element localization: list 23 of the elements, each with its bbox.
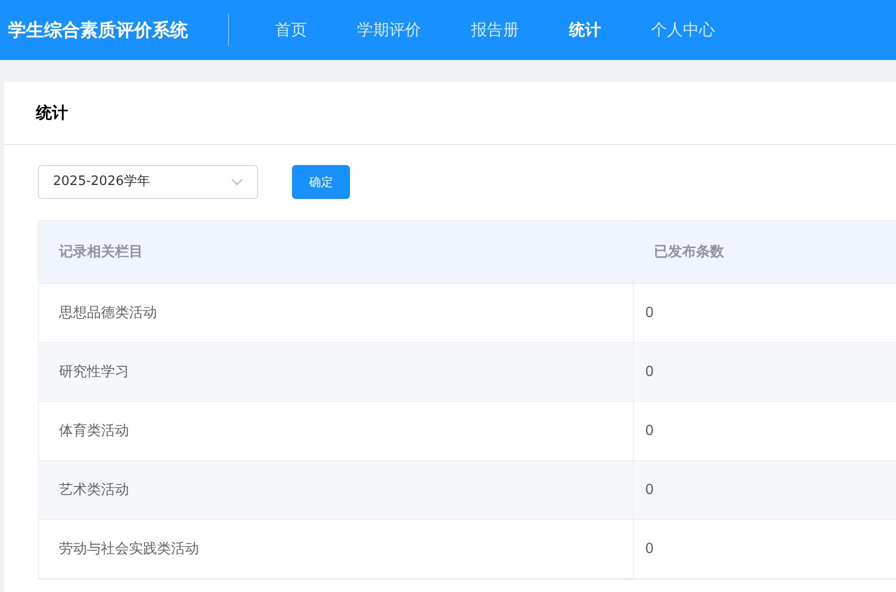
table-cell-text: 0: [645, 540, 654, 558]
nav-tab[interactable]: 首页: [259, 18, 323, 42]
table-cell-text: 0: [645, 480, 654, 500]
column-header: 已发布条数: [654, 242, 724, 262]
table-cell-text: 0: [645, 304, 654, 322]
column-header: 记录相关栏目: [59, 242, 143, 262]
table-cell-text: 艺术类活动: [59, 480, 129, 500]
table-cell-text: 思想品德类活动: [59, 304, 157, 322]
nav-tab[interactable]: 统计: [553, 18, 617, 42]
select-value: 2025-2026学年: [53, 173, 150, 192]
year-select[interactable]: 2025-2026学年: [38, 165, 258, 199]
nav-tab[interactable]: 学期评价: [341, 18, 437, 42]
table-cell-text: 0: [645, 362, 654, 382]
table-cell-text: 体育类活动: [59, 422, 129, 440]
nav-tab[interactable]: 个人中心: [635, 18, 731, 42]
nav-tab[interactable]: 报告册: [455, 18, 535, 42]
chevron-down-icon: [231, 178, 243, 186]
card-title: 统计: [36, 102, 68, 124]
confirm-button[interactable]: 确定: [292, 165, 350, 199]
app-title: 学生综合素质评价系统: [8, 18, 188, 42]
table-cell-text: 劳动与社会实践类活动: [59, 540, 199, 558]
table-cell-text: 0: [645, 422, 654, 440]
table-cell-text: 研究性学习: [59, 362, 129, 382]
